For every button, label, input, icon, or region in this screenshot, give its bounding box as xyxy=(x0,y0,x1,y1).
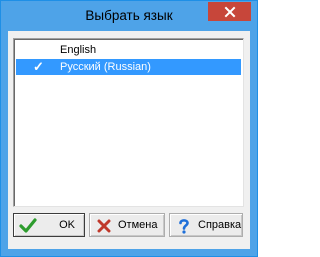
cancel-button-label: Отмена xyxy=(118,219,158,231)
dialog-window: Выбрать язык English ✓ Русский (Russian)… xyxy=(0,0,258,257)
language-item-russian[interactable]: ✓ Русский (Russian) xyxy=(16,59,241,75)
help-button[interactable]: Справка xyxy=(169,213,243,237)
help-button-label: Справка xyxy=(198,219,242,231)
cancel-button[interactable]: Отмена xyxy=(89,213,165,237)
blue-question-icon xyxy=(179,219,189,234)
language-item-english[interactable]: English xyxy=(16,42,241,58)
close-icon xyxy=(224,6,235,17)
button-row: OK Отмена Справка xyxy=(13,213,243,237)
language-item-label: English xyxy=(60,44,97,56)
title-bar[interactable]: Выбрать язык xyxy=(1,1,257,31)
language-item-label: Русский (Russian) xyxy=(60,61,151,73)
dialog-body: English ✓ Русский (Russian) OK Отмена Сп… xyxy=(8,31,250,249)
language-list[interactable]: English ✓ Русский (Russian) xyxy=(13,38,244,207)
close-button[interactable] xyxy=(208,2,251,21)
ok-button-label: OK xyxy=(59,219,75,231)
red-x-icon xyxy=(97,219,111,233)
ok-button[interactable]: OK xyxy=(13,213,85,237)
green-check-icon xyxy=(19,218,37,233)
check-mark-icon: ✓ xyxy=(33,59,44,74)
